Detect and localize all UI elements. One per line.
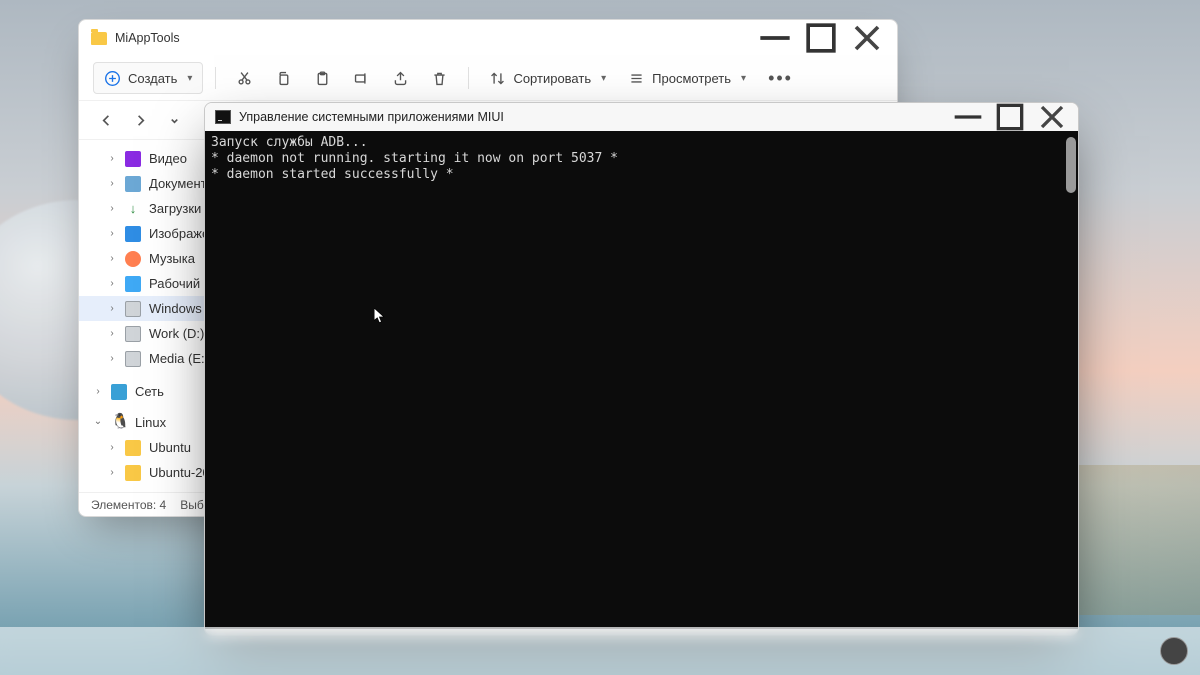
nav-forward-button[interactable] (125, 105, 155, 135)
status-selection: Выб (180, 498, 204, 512)
close-button[interactable] (845, 23, 889, 53)
copy-button[interactable] (267, 62, 300, 94)
nav-history-button[interactable] (159, 105, 189, 135)
chevron-right-icon: › (107, 253, 117, 264)
terminal-title: Управление системными приложениями MIUI (239, 110, 504, 124)
docs-icon (125, 176, 141, 192)
explorer-title: MiAppTools (115, 31, 180, 45)
toolbar-separator (468, 67, 469, 89)
chevron-down-icon: ▾ (601, 73, 606, 84)
chevron-down-icon: ▾ (741, 73, 746, 84)
chevron-right-icon: › (107, 278, 117, 289)
tree-item-label: Linux (135, 415, 166, 430)
taskbar[interactable] (0, 627, 1200, 675)
folder-icon (125, 465, 141, 481)
chevron-down-icon: ⌄ (93, 416, 103, 427)
cmd-icon (215, 110, 231, 124)
sort-label: Сортировать (513, 71, 591, 86)
explorer-titlebar[interactable]: MiAppTools (79, 20, 897, 56)
net-icon (111, 384, 127, 400)
tree-item-label: Загрузки (149, 201, 201, 216)
chevron-right-icon: › (107, 442, 117, 453)
view-button[interactable]: Просмотреть ▾ (620, 62, 754, 94)
maximize-button[interactable] (990, 104, 1030, 130)
chevron-down-icon: ▾ (187, 73, 192, 84)
chevron-right-icon: › (93, 386, 103, 397)
folder-icon (91, 32, 107, 45)
chevron-right-icon: › (107, 203, 117, 214)
folder-icon (125, 440, 141, 456)
music-icon (125, 251, 141, 267)
explorer-toolbar: Создать ▾ Сортировать ▾ Просмотреть ▾ ••… (79, 56, 897, 100)
taskbar-avatar[interactable] (1160, 637, 1188, 665)
terminal-output: Запуск службы ADB... * daemon not runnin… (205, 131, 1078, 187)
tree-item-label: Media (E:) (149, 351, 209, 366)
status-item-count: Элементов: 4 (91, 498, 166, 512)
tree-item-label: Ubuntu (149, 440, 191, 455)
tree-item-label: Сеть (135, 384, 164, 399)
chevron-right-icon: › (107, 303, 117, 314)
paste-button[interactable] (306, 62, 339, 94)
video-icon (125, 151, 141, 167)
tree-item-label: Видео (149, 151, 187, 166)
tree-item-label: Музыка (149, 251, 195, 266)
view-label: Просмотреть (652, 71, 731, 86)
dl-icon: ↓ (125, 201, 141, 217)
toolbar-separator (215, 67, 216, 89)
create-label: Создать (128, 71, 177, 86)
more-button[interactable]: ••• (760, 68, 801, 89)
desk-icon (125, 276, 141, 292)
close-button[interactable] (1032, 104, 1072, 130)
tree-item-label: Work (D:) (149, 326, 204, 341)
chevron-right-icon: › (107, 328, 117, 339)
share-button[interactable] (384, 62, 417, 94)
create-button[interactable]: Создать ▾ (93, 62, 203, 94)
minimize-button[interactable] (948, 104, 988, 130)
nav-back-button[interactable] (91, 105, 121, 135)
maximize-button[interactable] (799, 23, 843, 53)
chevron-right-icon: › (107, 178, 117, 189)
delete-button[interactable] (423, 62, 456, 94)
linux-icon: 🐧 (111, 415, 127, 431)
drive-icon (125, 326, 141, 342)
drive-icon (125, 351, 141, 367)
chevron-right-icon: › (107, 153, 117, 164)
terminal-window: Управление системными приложениями MIUI … (204, 102, 1079, 636)
rename-button[interactable] (345, 62, 378, 94)
chevron-right-icon: › (107, 228, 117, 239)
cut-button[interactable] (228, 62, 261, 94)
img-icon (125, 226, 141, 242)
terminal-scrollbar[interactable] (1066, 137, 1076, 193)
drive-icon (125, 301, 141, 317)
terminal-titlebar[interactable]: Управление системными приложениями MIUI (205, 103, 1078, 131)
sort-button[interactable]: Сортировать ▾ (481, 62, 614, 94)
chevron-right-icon: › (107, 467, 117, 478)
minimize-button[interactable] (753, 23, 797, 53)
terminal-body[interactable]: Запуск службы ADB... * daemon not runnin… (205, 131, 1078, 635)
chevron-right-icon: › (107, 353, 117, 364)
